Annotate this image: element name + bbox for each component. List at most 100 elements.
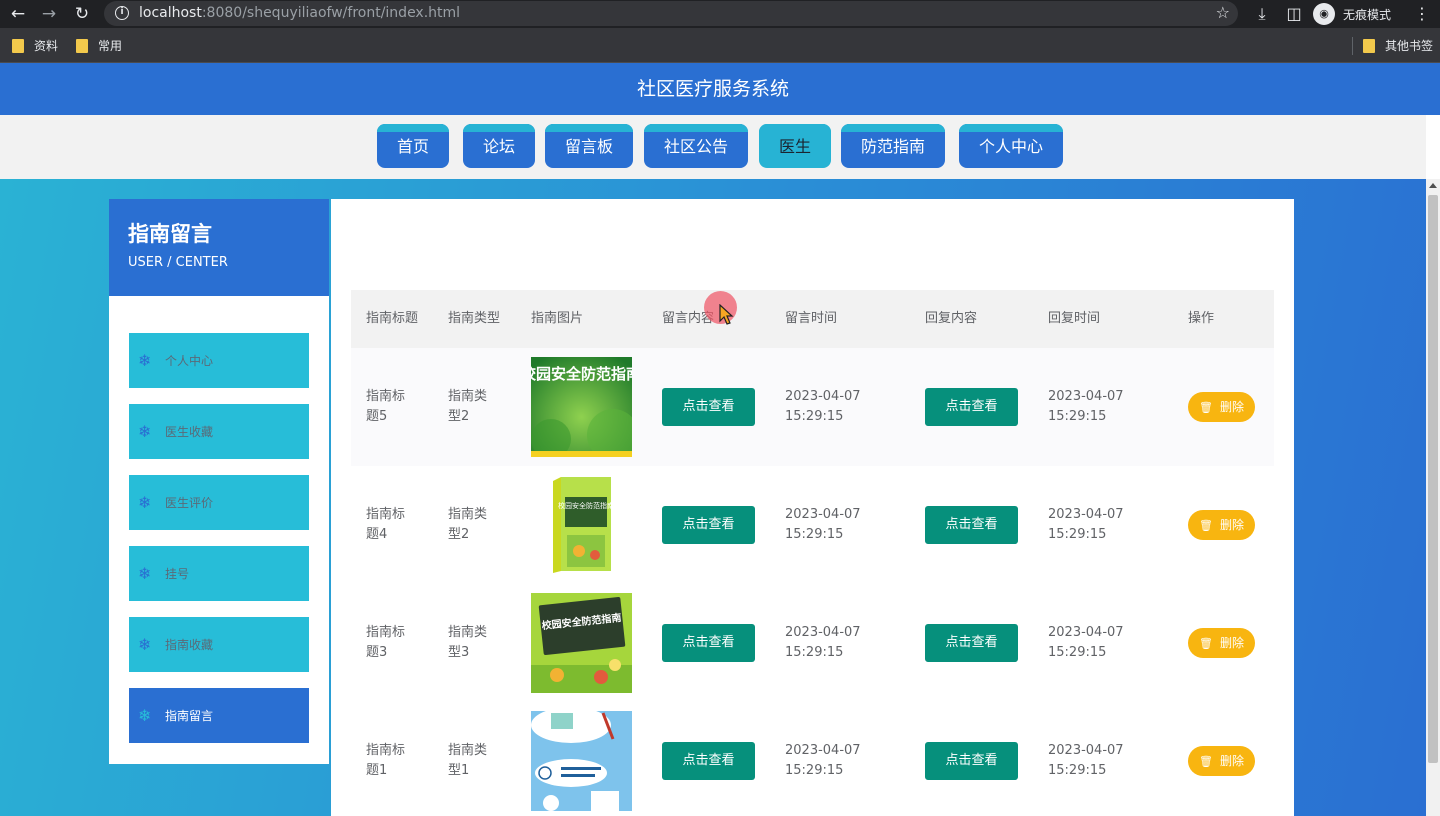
bookmark-separator <box>1352 37 1353 55</box>
nav-tab-label: 个人中心 <box>978 137 1043 156</box>
view-reply-button[interactable]: 点击查看 <box>925 388 1018 426</box>
url-text[interactable]: localhost:8080/shequyiliaofw/front/index… <box>139 4 460 22</box>
view-reply-button[interactable]: 点击查看 <box>925 742 1018 780</box>
table-row: 指南标题5 指南类型2 校园安全防范指南 点击查看 2023-04-07 15:2… <box>351 348 1274 466</box>
guide-image[interactable]: 校园安全防范指南 <box>531 357 632 457</box>
snowflake-icon: ❄ <box>138 351 152 370</box>
bookmark-label: 资料 <box>34 39 59 53</box>
incognito-icon: ◉ <box>1313 3 1335 25</box>
sidebar-item-user-center[interactable]: ❄ 个人中心 <box>129 333 309 388</box>
sidebar-subtitle: USER / CENTER <box>128 255 228 270</box>
trash-icon: 🗑 <box>1199 755 1213 768</box>
delete-button[interactable]: 🗑 删除 <box>1188 510 1255 540</box>
col-header-reply-time: 回复时间 <box>1048 311 1101 326</box>
nav-tab-message-board[interactable]: 留言板 <box>545 124 633 168</box>
cell-guide-type: 指南类型1 <box>448 743 488 778</box>
browser-toolbar: ← → ↻ i localhost:8080/shequyiliaofw/fro… <box>0 0 1440 28</box>
sidebar-item-label: 医生收藏 <box>165 425 214 439</box>
download-icon[interactable]: ⤓ <box>1252 3 1272 25</box>
reply-clock: 15:29:15 <box>1048 527 1107 542</box>
site-title: 社区医疗服务系统 <box>636 78 789 100</box>
nav-tab-prevention-guide[interactable]: 防范指南 <box>841 124 945 168</box>
url-path: :8080/shequyiliaofw/front/index.html <box>201 5 461 21</box>
folder-icon <box>1363 38 1375 53</box>
sidebar-item-doctor-reviews[interactable]: ❄ 医生评价 <box>129 475 309 530</box>
nav-tab-label: 论坛 <box>482 137 515 156</box>
reply-date: 2023-04-07 <box>1048 389 1124 404</box>
message-date: 2023-04-07 <box>785 625 861 640</box>
message-date: 2023-04-07 <box>785 743 861 758</box>
sidebar: 指南留言 USER / CENTER ❄ 个人中心 ❄ 医生收藏 ❄ 医生评价 ❄ 挂号… <box>109 199 329 764</box>
star-icon[interactable]: ☆ <box>1216 3 1230 23</box>
view-reply-button[interactable]: 点击查看 <box>925 624 1018 662</box>
trash-icon: 🗑 <box>1199 637 1213 650</box>
page-scrollbar[interactable] <box>1426 179 1440 816</box>
mouse-cursor-icon <box>719 304 734 325</box>
nav-tab-home[interactable]: 首页 <box>377 124 449 168</box>
bookmarks-bar: 资料 常用 其他书签 <box>0 28 1440 63</box>
col-header-guide-image: 指南图片 <box>531 311 584 326</box>
guide-image[interactable]: 校园安全防范指南 <box>531 593 632 693</box>
snowflake-icon: ❄ <box>138 635 152 654</box>
main-nav: 首页 论坛 留言板 社区公告 医生 防范指南 个人中心 <box>0 115 1426 179</box>
col-header-actions: 操作 <box>1188 311 1215 326</box>
bookmark-label: 常用 <box>98 39 123 53</box>
sidebar-item-registration[interactable]: ❄ 挂号 <box>129 546 309 601</box>
bookmark-folder-2[interactable]: 常用 <box>76 37 122 54</box>
sidebar-item-label: 个人中心 <box>165 354 214 368</box>
sidebar-item-guide-messages[interactable]: ❄ 指南留言 <box>129 688 309 743</box>
sidebar-item-guide-favorites[interactable]: ❄ 指南收藏 <box>129 617 309 672</box>
nav-tab-label: 首页 <box>396 137 429 156</box>
info-icon[interactable]: i <box>115 6 129 20</box>
sidebar-item-label: 挂号 <box>165 567 190 581</box>
nav-tab-forum[interactable]: 论坛 <box>463 124 535 168</box>
side-panel-icon[interactable]: ◫ <box>1284 3 1304 25</box>
guide-image[interactable] <box>531 711 632 811</box>
delete-button[interactable]: 🗑 删除 <box>1188 628 1255 658</box>
bookmark-folder-1[interactable]: 资料 <box>12 37 58 54</box>
cell-reply-time: 2023-04-07 15:29:15 <box>1048 387 1124 427</box>
cell-guide-title: 指南标题5 <box>366 389 406 424</box>
message-date: 2023-04-07 <box>785 507 861 522</box>
nav-tab-label: 医生 <box>778 137 811 156</box>
sidebar-header: 指南留言 USER / CENTER <box>109 199 329 296</box>
snowflake-icon: ❄ <box>138 564 152 583</box>
sidebar-item-doctor-favorites[interactable]: ❄ 医生收藏 <box>129 404 309 459</box>
view-message-button[interactable]: 点击查看 <box>662 506 755 544</box>
nav-tab-announcements[interactable]: 社区公告 <box>644 124 748 168</box>
other-bookmarks[interactable]: 其他书签 <box>1363 37 1433 54</box>
table-row: 指南标题3 指南类型3 校园安全防范指南 点击查看 2023-04-07 15:2… <box>351 584 1274 702</box>
guide-cover-comic <box>531 711 632 811</box>
snowflake-icon: ❄ <box>138 422 152 441</box>
message-clock: 15:29:15 <box>785 763 844 778</box>
view-reply-button[interactable]: 点击查看 <box>925 506 1018 544</box>
cell-message-time: 2023-04-07 15:29:15 <box>785 623 861 663</box>
view-message-button[interactable]: 点击查看 <box>662 742 755 780</box>
col-header-guide-title: 指南标题 <box>366 311 419 326</box>
back-arrow-icon[interactable]: ← <box>7 3 29 25</box>
reply-clock: 15:29:15 <box>1048 763 1107 778</box>
message-clock: 15:29:15 <box>785 409 844 424</box>
cell-guide-title: 指南标题4 <box>366 507 406 542</box>
reply-date: 2023-04-07 <box>1048 507 1124 522</box>
sidebar-item-label: 指南留言 <box>165 709 214 723</box>
view-message-button[interactable]: 点击查看 <box>662 624 755 662</box>
kebab-menu-icon[interactable]: ⋮ <box>1412 3 1432 25</box>
nav-tab-user-center[interactable]: 个人中心 <box>959 124 1063 168</box>
cell-guide-title: 指南标题3 <box>366 625 406 660</box>
guide-image[interactable]: 校园安全防范指南 <box>531 475 632 575</box>
delete-button[interactable]: 🗑 删除 <box>1188 746 1255 776</box>
scroll-up-arrow-icon[interactable] <box>1429 183 1437 188</box>
delete-label: 删除 <box>1219 400 1244 414</box>
nav-tab-doctors[interactable]: 医生 <box>759 124 831 168</box>
bookmark-label: 其他书签 <box>1385 39 1434 53</box>
reload-icon[interactable]: ↻ <box>71 3 93 25</box>
incognito-profile[interactable]: ◉ 无痕模式 <box>1313 2 1391 26</box>
col-header-guide-type: 指南类型 <box>448 311 501 326</box>
view-message-button[interactable]: 点击查看 <box>662 388 755 426</box>
forward-arrow-icon[interactable]: → <box>38 3 60 25</box>
cell-reply-time: 2023-04-07 15:29:15 <box>1048 741 1124 781</box>
address-bar[interactable]: i localhost:8080/shequyiliaofw/front/ind… <box>104 1 1238 26</box>
delete-button[interactable]: 🗑 删除 <box>1188 392 1255 422</box>
scrollbar-thumb[interactable] <box>1428 195 1438 763</box>
